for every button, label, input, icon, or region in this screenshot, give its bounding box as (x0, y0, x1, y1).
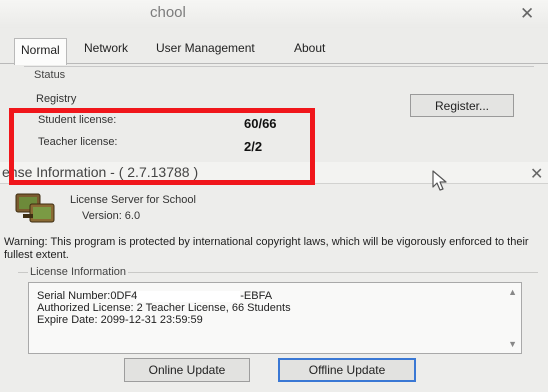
tab-strip: Normal Network User Management About (0, 38, 548, 65)
serial-number-line: Serial Number:0DF4 -EBFA (37, 290, 272, 302)
highlight-annotation (9, 108, 315, 185)
close-icon[interactable]: ✕ (530, 164, 543, 184)
register-button[interactable]: Register... (410, 94, 514, 117)
main-window-titlebar: chool ✕ (0, 0, 548, 28)
registry-label: Registry (36, 93, 77, 105)
status-group-label: Status (34, 69, 66, 81)
authorized-license-line: Authorized License: 2 Teacher License, 6… (37, 302, 291, 314)
serial-number-prefix: Serial Number:0DF4 (37, 290, 138, 302)
product-name: License Server for School (70, 194, 196, 206)
version-text: Version: 6.0 (82, 210, 141, 222)
close-icon[interactable]: ✕ (520, 4, 534, 24)
license-info-textbox[interactable]: Serial Number:0DF4 -EBFA Authorized Licen… (28, 282, 522, 354)
tab-network[interactable]: Network (84, 41, 128, 55)
online-update-button[interactable]: Online Update (124, 358, 250, 382)
license-information-dialog: ense Information - ( 2.7.13788 ) ✕ Licen… (0, 162, 548, 392)
copyright-warning: Warning: This program is protected by in… (4, 236, 529, 261)
scroll-down-icon[interactable]: ▼ (508, 339, 517, 349)
expire-date-line: Expire Date: 2099-12-31 23:59:59 (37, 314, 203, 326)
offline-update-button[interactable]: Offline Update (278, 358, 416, 382)
tab-normal[interactable]: Normal (14, 38, 67, 65)
license-server-app-icon (15, 193, 55, 223)
license-info-group-label: License Information (28, 266, 128, 278)
tab-about[interactable]: About (294, 41, 325, 55)
tab-user-management[interactable]: User Management (156, 41, 255, 55)
scroll-up-icon[interactable]: ▲ (508, 287, 517, 297)
serial-redaction (137, 290, 241, 302)
mouse-pointer-icon (432, 170, 447, 191)
serial-number-suffix: -EBFA (240, 290, 273, 302)
main-window-title: chool (150, 4, 186, 21)
